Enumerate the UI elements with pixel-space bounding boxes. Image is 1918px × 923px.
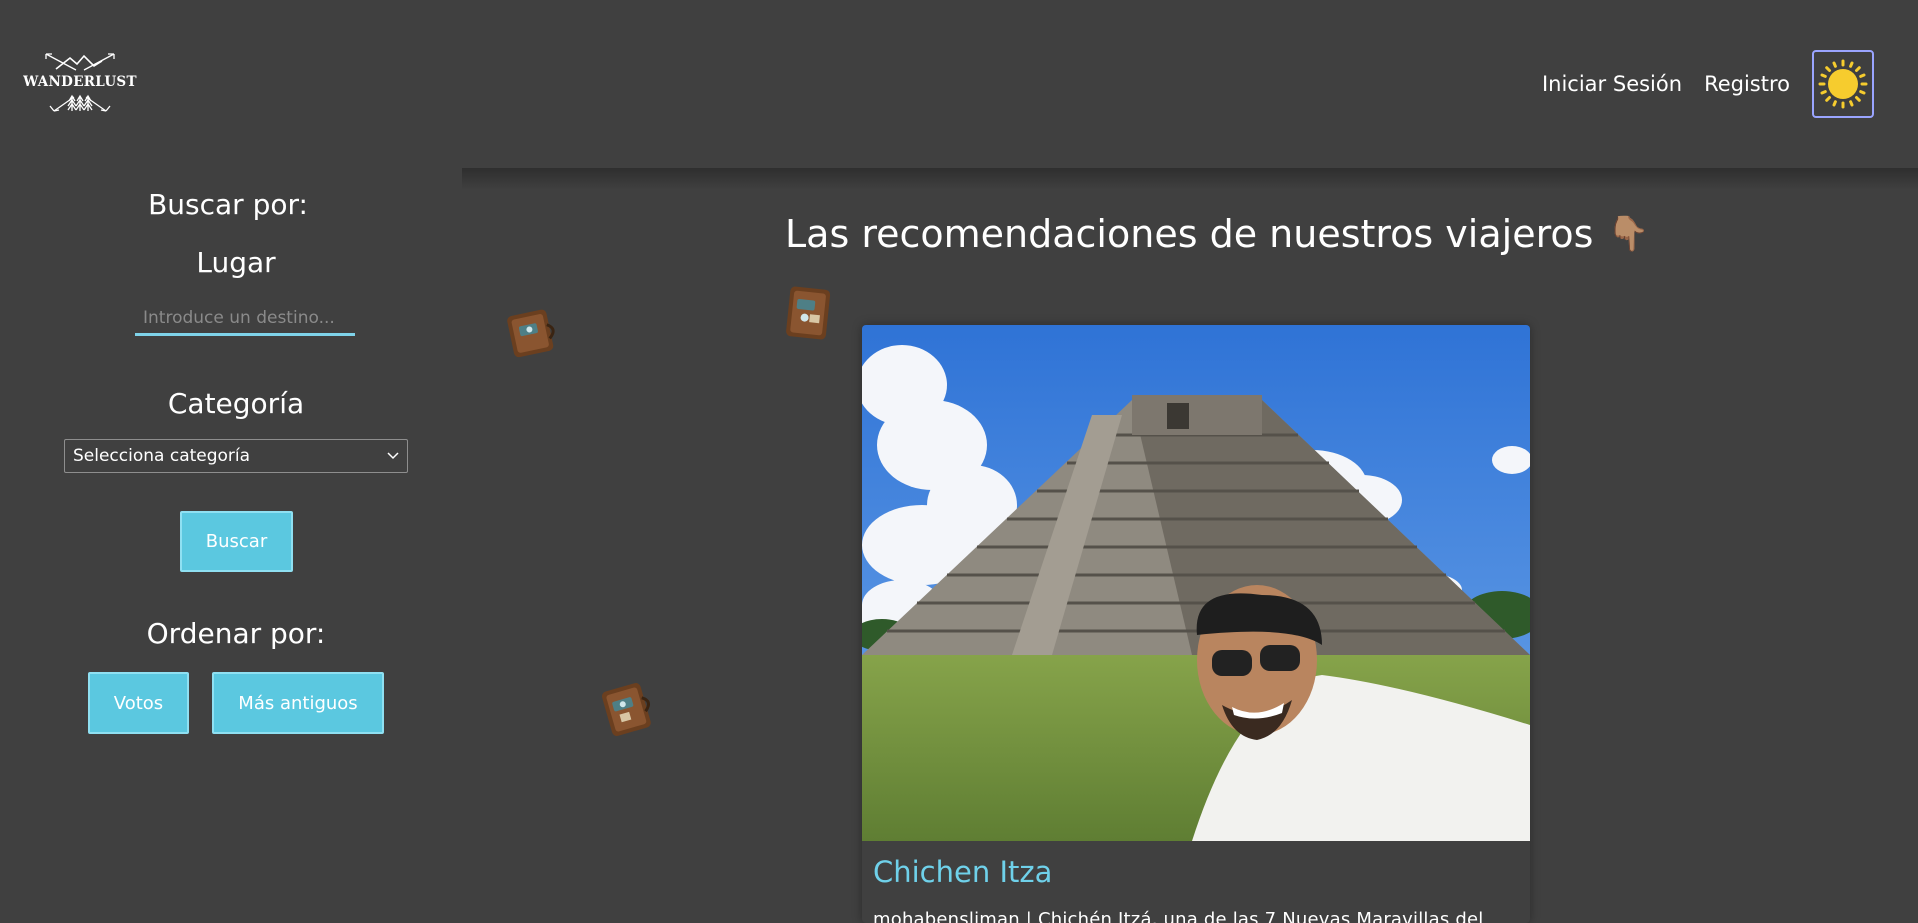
suitcase-icon xyxy=(786,286,831,340)
place-label: Lugar xyxy=(196,246,276,279)
suitcase-icon xyxy=(601,683,651,736)
sun-icon xyxy=(1818,59,1868,109)
recommendation-card[interactable]: Chichen Itza mohabensliman | Chichén Itz… xyxy=(862,325,1530,923)
logo-text: WANDERLUST xyxy=(23,73,137,90)
search-button[interactable]: Buscar xyxy=(180,511,293,572)
pointing-down-emoji: 👇🏽 xyxy=(1607,214,1650,254)
destination-input[interactable] xyxy=(135,302,355,336)
page: WANDERLUST Iniciar Sesión Registro Busca… xyxy=(0,0,1918,923)
category-label: Categoría xyxy=(167,387,305,420)
theme-toggle-button[interactable] xyxy=(1812,50,1874,118)
card-photo[interactable] xyxy=(862,325,1530,841)
card-description: mohabensliman | Chichén Itzá, una de las… xyxy=(873,909,1484,923)
header-shadow xyxy=(462,168,1918,190)
search-by-heading: Buscar por: xyxy=(148,188,308,221)
category-select-value: Selecciona categoría xyxy=(73,446,251,466)
mountains-arrows-icon xyxy=(45,52,115,71)
page-title-text: Las recomendaciones de nuestros viajeros xyxy=(785,212,1594,256)
sort-oldest-button[interactable]: Más antiguos xyxy=(212,672,384,734)
search-sidebar: Buscar por: Lugar Categoría Selecciona c… xyxy=(0,168,462,923)
header-nav: Iniciar Sesión Registro xyxy=(1542,50,1874,118)
trees-icon xyxy=(49,94,111,112)
top-header: WANDERLUST Iniciar Sesión Registro xyxy=(0,0,1918,168)
page-title: Las recomendaciones de nuestros viajeros… xyxy=(785,212,1650,256)
wanderlust-logo[interactable]: WANDERLUST xyxy=(23,44,137,120)
register-link[interactable]: Registro xyxy=(1704,72,1790,96)
card-title[interactable]: Chichen Itza xyxy=(873,855,1052,889)
chevron-down-icon xyxy=(387,452,399,460)
sort-by-heading: Ordenar por: xyxy=(146,617,326,650)
suitcase-icon xyxy=(507,309,555,358)
sort-votes-button[interactable]: Votos xyxy=(88,672,189,734)
login-link[interactable]: Iniciar Sesión xyxy=(1542,72,1682,96)
category-select[interactable]: Selecciona categoría xyxy=(64,439,408,473)
